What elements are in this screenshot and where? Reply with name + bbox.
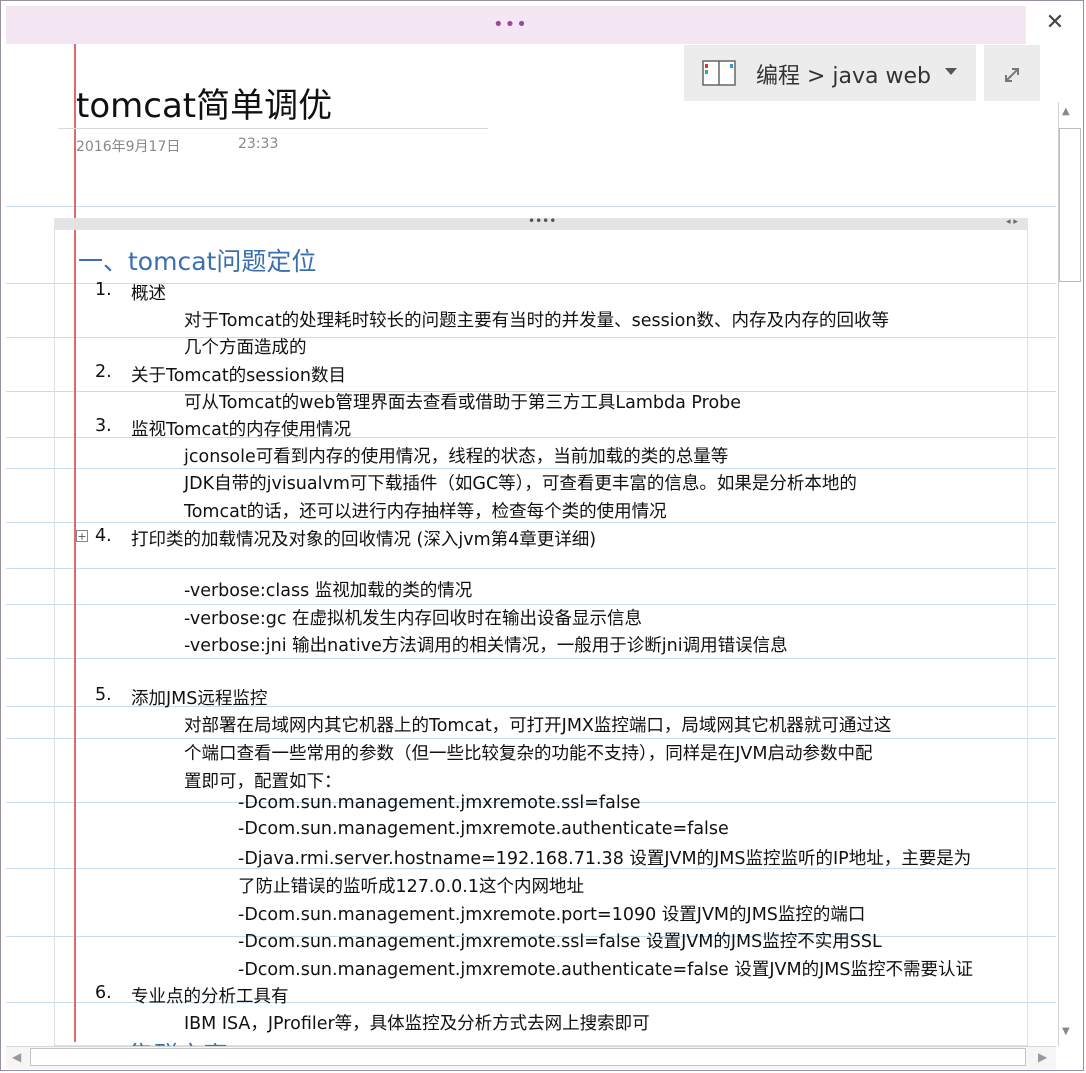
list-number: 4. bbox=[95, 526, 112, 546]
list-item[interactable]: 对于Tomcat的处理耗时较长的问题主要有当时的并发量、session数、内存及… bbox=[184, 307, 889, 332]
horizontal-scroll-thumb[interactable] bbox=[30, 1048, 1026, 1066]
container-grip-icon[interactable]: •••• bbox=[528, 214, 556, 228]
scroll-down-icon[interactable]: ▼ bbox=[1062, 1026, 1070, 1037]
list-item[interactable]: -verbose:gc 在虚拟机发生内存回收时在输出设备显示信息 bbox=[184, 605, 642, 630]
notebook-icon bbox=[702, 60, 736, 86]
list-number: 2. bbox=[95, 362, 112, 382]
list-item[interactable]: -Dcom.sun.management.jmxremote.ssl=false bbox=[238, 793, 641, 813]
list-item[interactable]: -verbose:jni 输出native方法调用的相关情况，一般用于诊断jni… bbox=[184, 632, 788, 657]
scroll-up-icon[interactable]: ▲ bbox=[1062, 106, 1070, 117]
list-item[interactable]: 监视Tomcat的内存使用情况 bbox=[131, 416, 351, 441]
list-item[interactable]: 可从Tomcat的web管理界面去查看或借助于第三方工具Lambda Probe bbox=[184, 389, 741, 414]
list-number: 1. bbox=[95, 280, 112, 300]
expand-button[interactable] bbox=[984, 45, 1040, 101]
list-item[interactable]: 专业点的分析工具有 bbox=[131, 983, 289, 1008]
list-item[interactable]: 个端口查看一些常用的参数（但一些比较复杂的功能不支持），同样是在JVM启动参数中… bbox=[184, 740, 872, 765]
page-time: 23:33 bbox=[238, 136, 279, 152]
page-title[interactable]: tomcat简单调优 bbox=[76, 78, 332, 127]
list-item[interactable]: -Dcom.sun.management.jmxremote.authentic… bbox=[238, 956, 973, 981]
list-number: 6. bbox=[95, 983, 112, 1003]
list-item[interactable]: -Dcom.sun.management.jmxremote.ssl=false… bbox=[238, 928, 882, 953]
list-item[interactable]: 几个方面造成的 bbox=[184, 334, 307, 359]
expand-toggle-icon[interactable]: + bbox=[76, 530, 88, 542]
notebook-path[interactable]: 编程 > java web bbox=[756, 58, 931, 90]
list-item[interactable]: 置即可，配置如下： bbox=[184, 768, 342, 793]
list-item[interactable]: -Djava.rmi.server.hostname=192.168.71.38… bbox=[238, 845, 971, 870]
list-item[interactable]: 对部署在局域网内其它机器上的Tomcat，可打开JMX监控端口，局域网其它机器就… bbox=[184, 712, 891, 737]
list-item[interactable]: -verbose:class 监视加载的类的情况 bbox=[184, 577, 472, 602]
list-item[interactable]: -Dcom.sun.management.jmxremote.authentic… bbox=[238, 819, 729, 839]
chevron-down-icon[interactable] bbox=[944, 66, 958, 76]
drag-grip-icon[interactable]: ••• bbox=[493, 14, 528, 35]
ruled-line bbox=[6, 206, 1056, 207]
section-heading[interactable]: 一、tomcat问题定位 bbox=[78, 242, 316, 278]
list-item[interactable]: 概述 bbox=[131, 280, 166, 305]
list-item[interactable]: Tomcat的话，还可以进行内存抽样等，检查每个类的使用情况 bbox=[184, 498, 667, 523]
list-item[interactable]: 添加JMS远程监控 bbox=[131, 685, 267, 710]
list-item[interactable]: JDK自带的jvisualvm可下载插件（如GC等），可查看更丰富的信息。如果是… bbox=[184, 470, 857, 495]
list-item[interactable]: 打印类的加载情况及对象的回收情况 (深入jvm第4章更详细) bbox=[131, 526, 596, 551]
vertical-scroll-thumb[interactable] bbox=[1059, 128, 1081, 282]
scroll-left-icon[interactable]: ◀ bbox=[12, 1050, 21, 1064]
list-number: 3. bbox=[95, 416, 112, 436]
list-number: 5. bbox=[95, 685, 112, 705]
list-item[interactable]: 了防止错误的监听成127.0.0.1这个内网地址 bbox=[238, 873, 584, 898]
list-item[interactable]: jconsole可看到内存的使用情况，线程的状态，当前加载的类的总量等 bbox=[184, 443, 728, 468]
close-button[interactable]: ✕ bbox=[1040, 8, 1070, 38]
page-date: 2016年9月17日 bbox=[76, 139, 181, 155]
container-resize-icon[interactable]: ◂ ▸ bbox=[1006, 217, 1018, 227]
expand-icon bbox=[1005, 67, 1019, 82]
list-item[interactable]: IBM ISA，JProfiler等，具体监控及分析方式去网上搜索即可 bbox=[184, 1010, 650, 1035]
list-item[interactable]: -Dcom.sun.management.jmxremote.port=1090… bbox=[238, 901, 865, 926]
list-item[interactable]: 关于Tomcat的session数目 bbox=[131, 362, 346, 387]
title-divider bbox=[58, 128, 488, 129]
scroll-right-icon[interactable]: ▶ bbox=[1038, 1050, 1047, 1064]
